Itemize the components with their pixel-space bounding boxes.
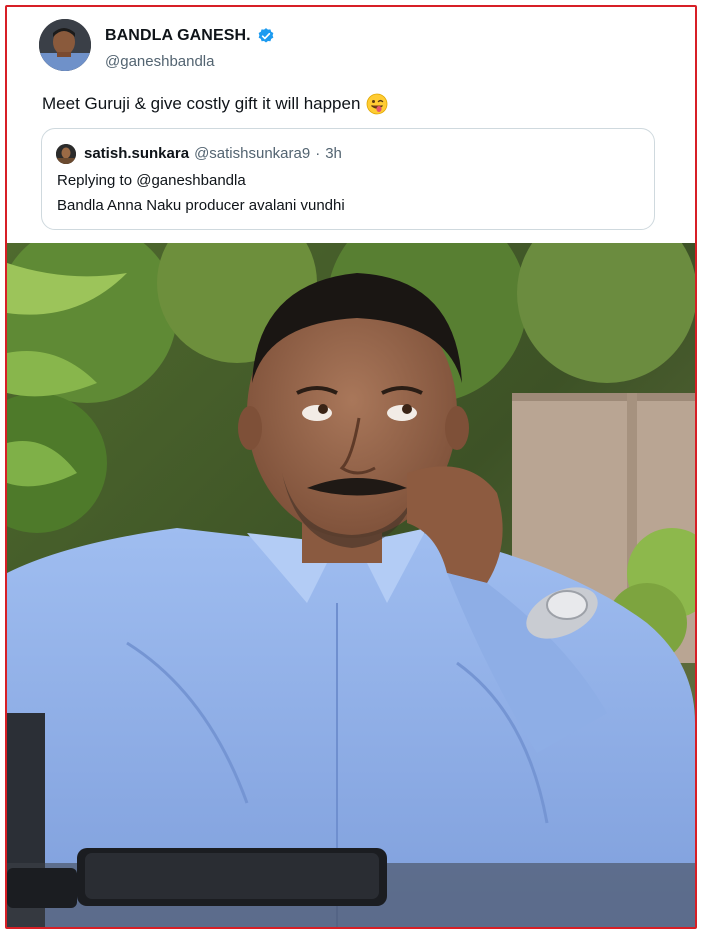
- quoted-author-name[interactable]: satish.sunkara: [84, 145, 189, 162]
- quoted-avatar-image: [56, 144, 76, 164]
- replying-to-label: Replying to @ganeshbandla: [57, 172, 246, 189]
- author-handle[interactable]: @ganeshbandla: [105, 53, 214, 70]
- quoted-author-avatar[interactable]: [56, 144, 76, 164]
- verified-badge-icon: [257, 27, 275, 45]
- screenshot-frame: BANDLA GANESH. @ganeshbandla Meet Guruji…: [5, 5, 697, 929]
- tweet-text: Meet Guruji & give costly gift it will h…: [42, 94, 361, 113]
- tweet-body: Meet Guruji & give costly gift it will h…: [42, 93, 388, 115]
- quoted-author-handle[interactable]: @satishsunkara9: [194, 145, 310, 162]
- quoted-tweet-card[interactable]: satish.sunkara @satishsunkara9 · 3h Repl…: [41, 128, 655, 230]
- tweet-header: BANDLA GANESH. @ganeshbandla: [39, 19, 439, 79]
- author-avatar[interactable]: [39, 19, 91, 71]
- photo-illustration: [7, 243, 695, 927]
- avatar-image: [39, 19, 91, 71]
- quoted-tweet-text: Bandla Anna Naku producer avalani vundhi: [57, 197, 345, 214]
- quoted-header: satish.sunkara @satishsunkara9 · 3h: [84, 145, 342, 162]
- winking-face-with-tongue-icon: [366, 93, 388, 115]
- man-in-blue-shirt-photo[interactable]: [7, 243, 695, 927]
- separator-dot: ·: [315, 145, 321, 162]
- author-name[interactable]: BANDLA GANESH.: [105, 27, 251, 45]
- author-name-row: BANDLA GANESH.: [105, 27, 275, 45]
- quoted-timestamp[interactable]: 3h: [325, 145, 342, 162]
